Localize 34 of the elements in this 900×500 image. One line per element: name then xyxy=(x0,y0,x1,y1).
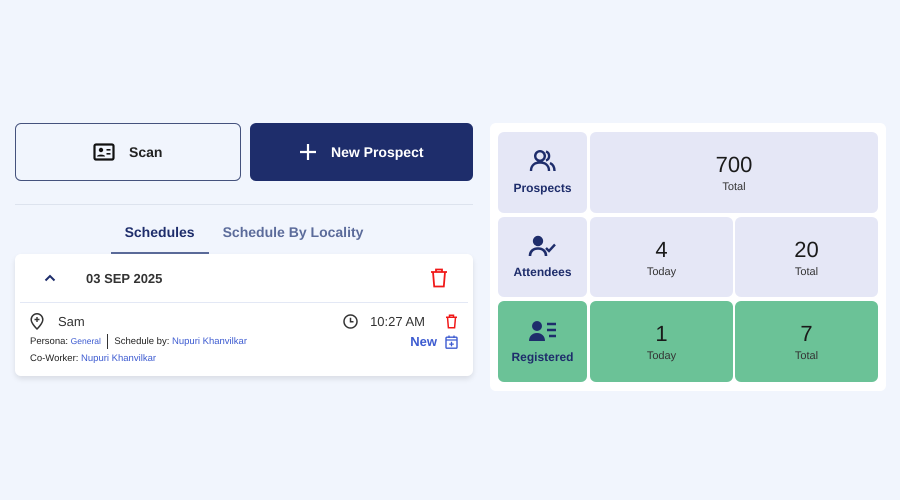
delete-icon[interactable] xyxy=(430,268,448,288)
action-button[interactable]: New Prospect xyxy=(250,123,473,181)
action-button[interactable]: Scan xyxy=(15,123,240,181)
stat-caption: Total xyxy=(722,180,746,193)
stat-caption: Total xyxy=(794,266,818,278)
delete-icon[interactable] xyxy=(445,314,458,329)
people-icon xyxy=(528,149,556,174)
stat-value: 20 xyxy=(794,236,819,262)
schedule-time: 10:27 AM xyxy=(370,314,425,329)
stat-value: 4 xyxy=(655,236,668,262)
person-list-icon xyxy=(528,320,558,342)
stat-caption: Today xyxy=(646,266,676,278)
location-pin-icon xyxy=(30,313,44,330)
stat-caption: Total xyxy=(794,350,818,362)
persona-text: Persona: General xyxy=(30,336,101,347)
stat-caption: Today xyxy=(646,350,676,362)
stat-header-tile: Attendees xyxy=(498,216,587,298)
schedule-date: 03 SEP 2025 xyxy=(86,270,164,286)
prospect-name: Sam xyxy=(58,314,85,329)
scheduled-by-text: Schedule by: Nupuri Khanvilkar xyxy=(114,336,247,347)
tab[interactable]: Schedule By Locality xyxy=(208,214,378,254)
status-label: New xyxy=(410,334,437,349)
stat-value: 1 xyxy=(655,321,668,348)
stat-header-tile: Prospects xyxy=(498,132,587,213)
stat-value: 7 xyxy=(800,321,813,348)
caret-icon[interactable] xyxy=(44,274,56,282)
coworker-text: Co-Worker: Nupuri Khanvilkar xyxy=(30,353,156,364)
person-check-icon xyxy=(528,235,558,257)
stat-header-tile: Registered xyxy=(498,301,587,382)
plus-icon xyxy=(298,143,317,161)
stat-value: 700 xyxy=(716,152,752,178)
calendar-plus-icon[interactable] xyxy=(445,334,458,348)
id-card-icon xyxy=(93,143,116,161)
clock-icon xyxy=(343,314,358,329)
